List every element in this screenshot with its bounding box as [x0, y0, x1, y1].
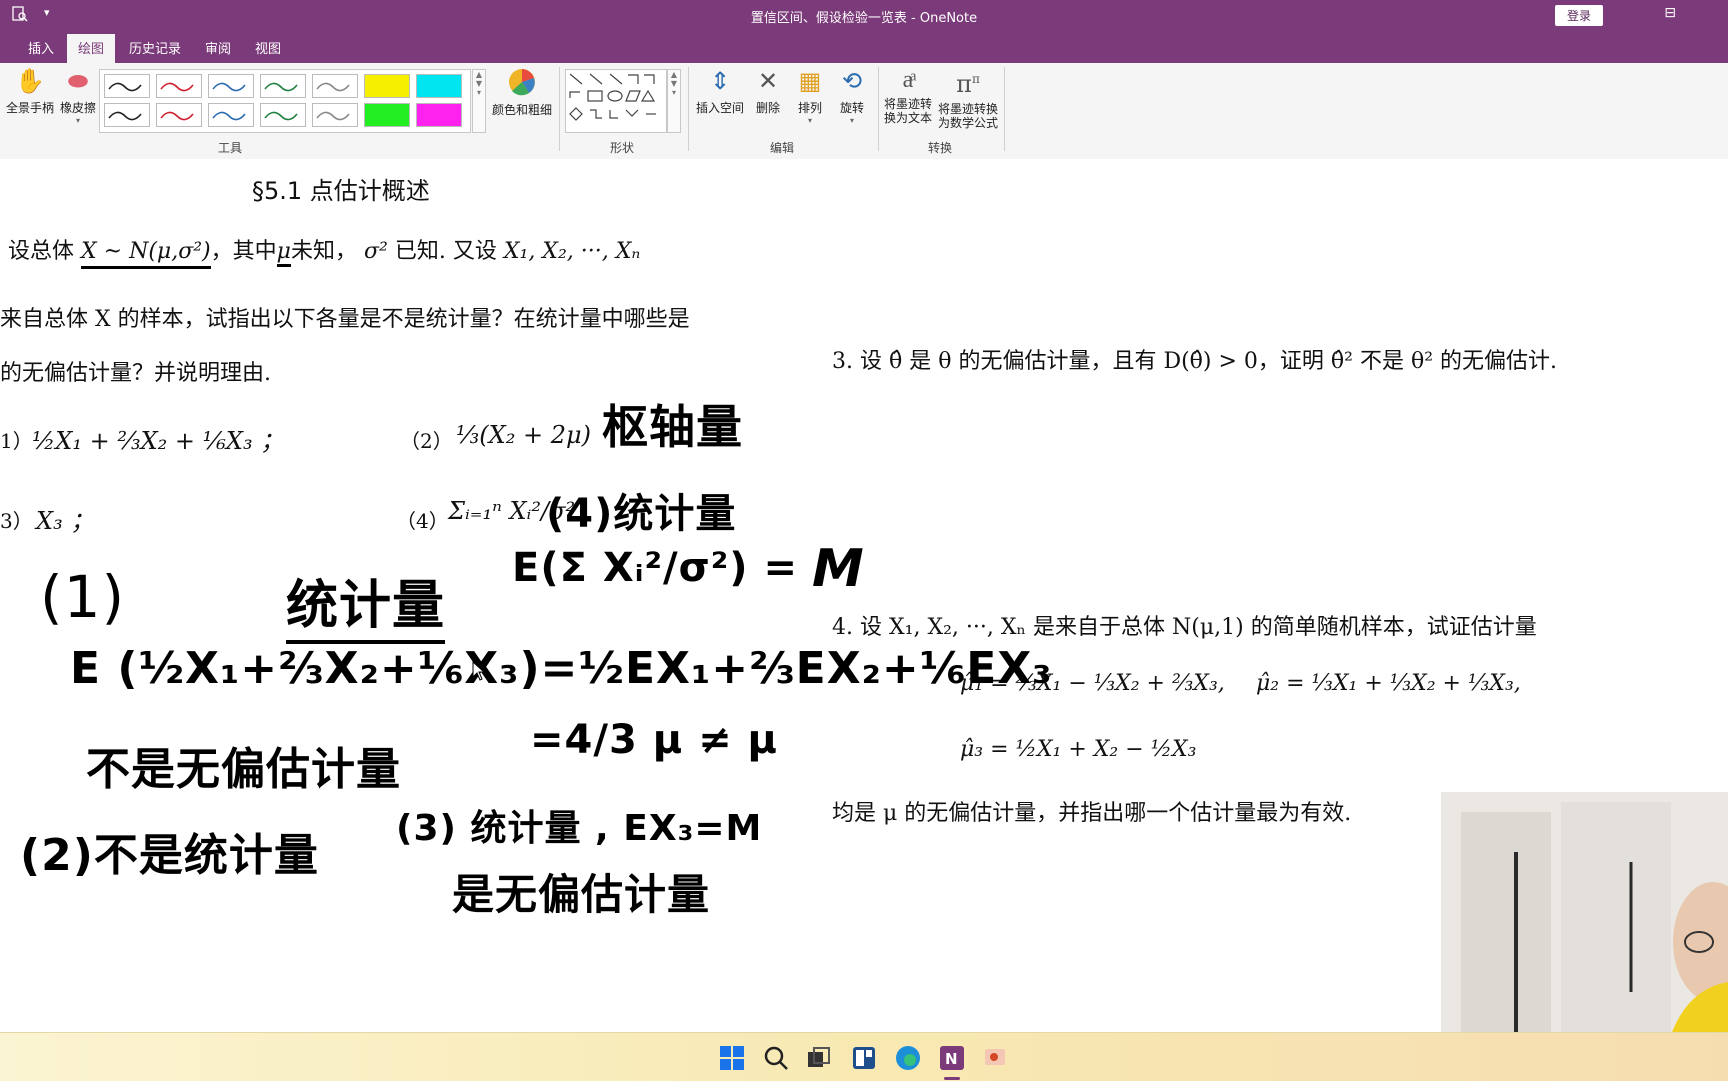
tab-history[interactable]: 历史记录 [129, 38, 181, 57]
ink-one[interactable]: (1) [40, 563, 125, 631]
pen-gallery-scroll[interactable]: ▲ ▼ ▾ [472, 69, 486, 133]
problem2-line2: 来自总体 X 的样本，试指出以下各量是不是统计量？在统计量中哪些是 [0, 307, 690, 332]
item3-label: 3） [0, 509, 33, 533]
separator [1004, 67, 1005, 151]
pen-swatch[interactable] [208, 103, 254, 127]
eraser-icon: ⬬ [67, 67, 89, 95]
tab-review[interactable]: 审阅 [205, 38, 231, 57]
search-icon[interactable] [763, 1045, 789, 1071]
problem2-line1: 设总体 X ~ N(μ,σ²)，其中μ未知， σ² 已知. 又设 X₁, X₂,… [8, 233, 640, 269]
ink-to-math-icon: ππ [956, 70, 980, 98]
highlighter-swatch[interactable] [364, 74, 410, 98]
pen-swatch[interactable] [260, 103, 306, 127]
onenote-app-icon[interactable]: N [939, 1045, 965, 1071]
hand-icon: ✋ [15, 67, 45, 95]
mouse-cursor-icon [472, 661, 486, 681]
eraser-button[interactable]: ⬬ 橡皮擦 ▾ [56, 67, 100, 125]
insert-space-icon: ⇕ [709, 67, 731, 95]
edge-browser-icon[interactable] [895, 1045, 921, 1071]
ink-stat[interactable]: 统计量 [286, 563, 446, 644]
widgets-icon[interactable] [851, 1045, 877, 1071]
ink-mu[interactable]: M [812, 539, 865, 599]
ribbon: ✋ 全景手柄 ⬬ 橡皮擦 ▾ ▲ ▼ ▾ 颜色和粗细 工具 ▲ ▼ ▾ 形状 ⇕… [0, 63, 1728, 160]
arrange-button[interactable]: ▦ 排列 ▾ [790, 67, 830, 125]
ink-three[interactable]: (3) 统计量 , EX₃=M [396, 799, 762, 851]
rotate-button[interactable]: ⟲ 旋转 ▾ [832, 67, 872, 125]
ink-to-text-button[interactable]: aͣ 将墨迹转 换为文本 [880, 65, 936, 125]
problem4-mu2: μ̂₂ = ⅓X₁ + ⅓X₂ + ⅓X₃, [1256, 671, 1521, 696]
insert-space-button[interactable]: ⇕ 插入空间 [694, 67, 746, 116]
color-wheel-icon [509, 69, 535, 96]
highlighter-swatch[interactable] [364, 103, 410, 127]
delete-button[interactable]: ✕ 删除 [748, 67, 788, 116]
item2-formula: ⅓(X₂ + 2μ) [456, 421, 591, 449]
separator [688, 67, 689, 151]
edit-group-label: 编辑 [770, 141, 795, 155]
ink-biased[interactable]: 不是无偏估计量 [86, 733, 401, 797]
taskbar: N [0, 1032, 1728, 1081]
problem4-mu3: μ̂₃ = ½X₁ + X₂ − ½X₃ [960, 737, 1197, 762]
pen-swatch[interactable] [260, 74, 306, 98]
ribbon-display-options-icon[interactable]: ⊟ [1664, 5, 1676, 21]
pen-gallery [99, 69, 471, 133]
item3-formula: X₃ ； [36, 507, 95, 535]
page-heading: §5.1 点估计概述 [252, 177, 430, 205]
tab-view[interactable]: 视图 [255, 38, 281, 57]
pen-swatch[interactable] [208, 74, 254, 98]
login-button[interactable]: 登录 [1554, 5, 1603, 26]
ribbon-tab-bar: 插入 绘图 历史记录 审阅 视图 [0, 30, 1728, 65]
item2-label: （2） [400, 429, 453, 453]
problem3-text: 3. 设 θ̂ 是 θ 的无偏估计量，且有 D(θ̂) > 0，证明 θ̂² 不… [832, 349, 1558, 374]
color-thickness-button[interactable]: 颜色和粗细 [490, 67, 554, 118]
tab-insert[interactable]: 插入 [28, 38, 54, 57]
ink-to-text-icon: aͣ [902, 65, 914, 93]
pen-swatch[interactable] [312, 103, 358, 127]
separator [559, 67, 560, 151]
ink-pivot[interactable]: 枢轴量 [602, 391, 743, 457]
ink-item4-expect[interactable]: E(Σ Xᵢ²/σ²) = [512, 545, 798, 591]
shapes-gallery-scroll[interactable]: ▲ ▼ ▾ [667, 69, 681, 133]
ink-equals[interactable]: =4/3 μ ≠ μ [530, 717, 778, 763]
pen-swatch[interactable] [312, 74, 358, 98]
window-title: 置信区间、假设检验一览表 - OneNote [750, 11, 978, 26]
title-bar: ▾ 置信区间、假设检验一览表 - OneNote 登录 ⊟ [0, 0, 1728, 30]
ink-item4-stat[interactable]: (4)统计量 [546, 481, 736, 539]
pen-swatch[interactable] [104, 103, 150, 127]
shapes-gallery[interactable] [565, 69, 667, 133]
highlighter-swatch[interactable] [416, 74, 462, 98]
arrange-icon: ▦ [798, 67, 822, 95]
convert-group-label: 转换 [928, 141, 953, 155]
ink-expectation[interactable]: E (½X₁+⅔X₂+⅙X₃)=½EX₁+⅔EX₂+⅙EX₃ [70, 643, 1053, 694]
item1-formula: ½X₁ + ⅔X₂ + ⅙X₃ ； [32, 427, 285, 455]
highlighter-swatch[interactable] [416, 103, 462, 127]
windows-start-icon[interactable] [719, 1045, 745, 1071]
tools-group-label: 工具 [218, 141, 243, 155]
pen-swatch[interactable] [156, 103, 202, 127]
tab-draw[interactable]: 绘图 [67, 34, 116, 65]
pan-hand-button[interactable]: ✋ 全景手柄 [4, 67, 56, 116]
ink-two[interactable]: (2)不是统计量 [20, 819, 319, 883]
pen-swatch[interactable] [104, 74, 150, 98]
problem2-line3: 的无偏估计量？并说明理由. [0, 361, 271, 386]
problem4-line-last: 均是 μ 的无偏估计量，并指出哪一个估计量最为有效. [832, 801, 1352, 826]
svg-text:N: N [945, 1050, 958, 1068]
powerpoint-app-icon[interactable] [983, 1045, 1009, 1071]
shapes-icon [569, 73, 656, 121]
task-view-icon[interactable] [806, 1045, 832, 1071]
delete-icon: ✕ [757, 67, 779, 95]
separator [878, 67, 879, 151]
ink-unbiased[interactable]: 是无偏估计量 [452, 861, 710, 922]
problem4-line1: 4. 设 X₁, X₂, ···, Xₙ 是来自于总体 N(μ,1) 的简单随机… [832, 615, 1537, 640]
shapes-group-label: 形状 [610, 141, 635, 155]
ink-to-math-button[interactable]: ππ 将墨迹转换 为数学公式 [936, 65, 1000, 130]
item4-label: （4） [396, 509, 449, 533]
pen-swatch[interactable] [156, 74, 202, 98]
rotate-icon: ⟲ [841, 67, 863, 95]
item1-label: 1） [0, 429, 33, 453]
